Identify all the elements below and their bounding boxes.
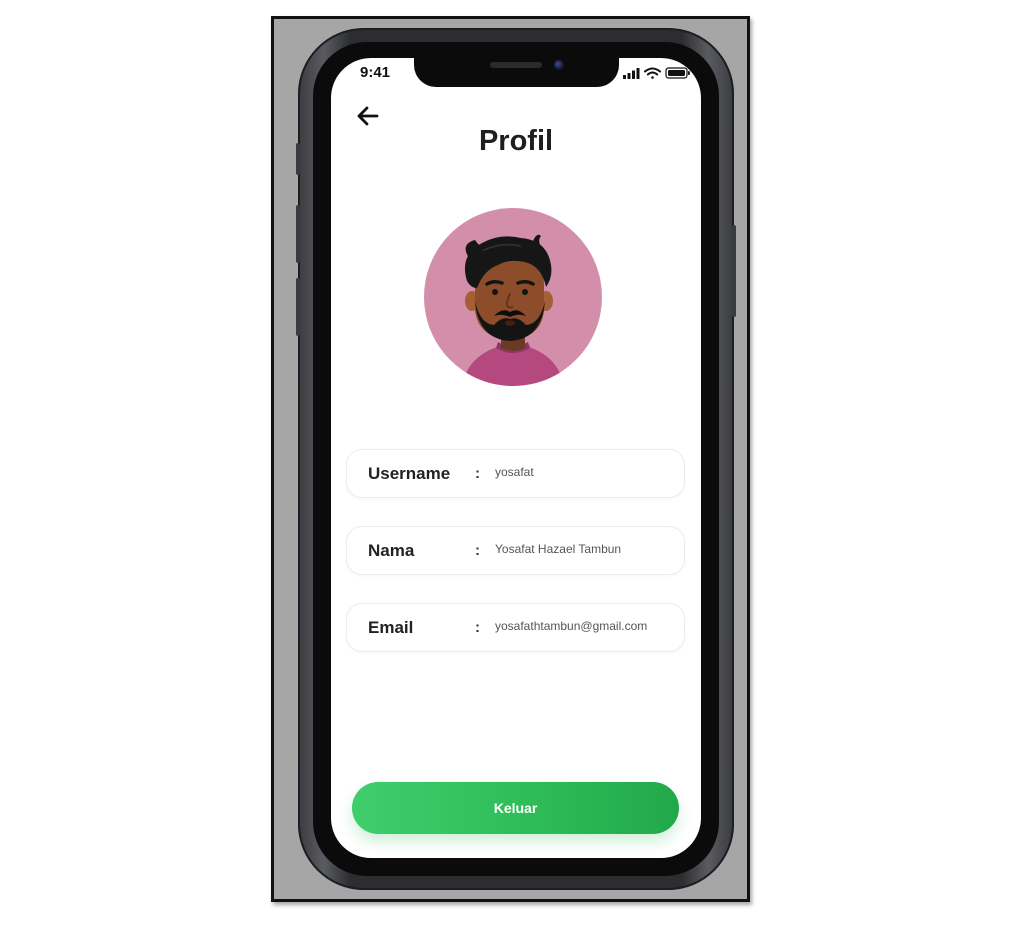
email-value: yosafathtambun@gmail.com	[495, 619, 648, 633]
user-avatar-icon	[462, 234, 564, 386]
name-label: Nama	[368, 541, 415, 560]
username-value: yosafat	[495, 465, 534, 479]
profile-avatar[interactable]	[424, 208, 602, 386]
email-separator: :	[475, 619, 480, 636]
battery-icon	[665, 67, 690, 79]
status-time: 9:41	[360, 64, 391, 81]
phone-volume-down	[296, 278, 300, 336]
name-separator: :	[475, 542, 480, 559]
signal-icon	[623, 68, 640, 79]
status-icons	[623, 67, 690, 79]
username-separator: :	[475, 465, 480, 482]
username-field: Username : yosafat	[346, 449, 685, 498]
screenshot-stage: 9:41 Profil Username: yosafat Nama: Yo…	[0, 0, 1035, 925]
wifi-icon	[644, 67, 661, 79]
phone-notch	[414, 56, 619, 87]
phone-power-button	[732, 225, 736, 317]
email-label: Email	[368, 618, 414, 637]
logout-button[interactable]: Keluar	[352, 782, 679, 834]
page-title: Profil	[478, 125, 554, 157]
username-label: Username	[368, 464, 451, 483]
earpiece-speaker	[490, 62, 542, 68]
phone-volume-up	[296, 205, 300, 263]
name-field: Nama : Yosafat Hazael Tambun	[346, 526, 685, 575]
email-field: Email : yosafathtambun@gmail.com	[346, 603, 685, 652]
front-camera	[554, 60, 564, 70]
phone-silent-switch	[296, 143, 300, 175]
name-value: Yosafat Hazael Tambun	[495, 542, 622, 556]
